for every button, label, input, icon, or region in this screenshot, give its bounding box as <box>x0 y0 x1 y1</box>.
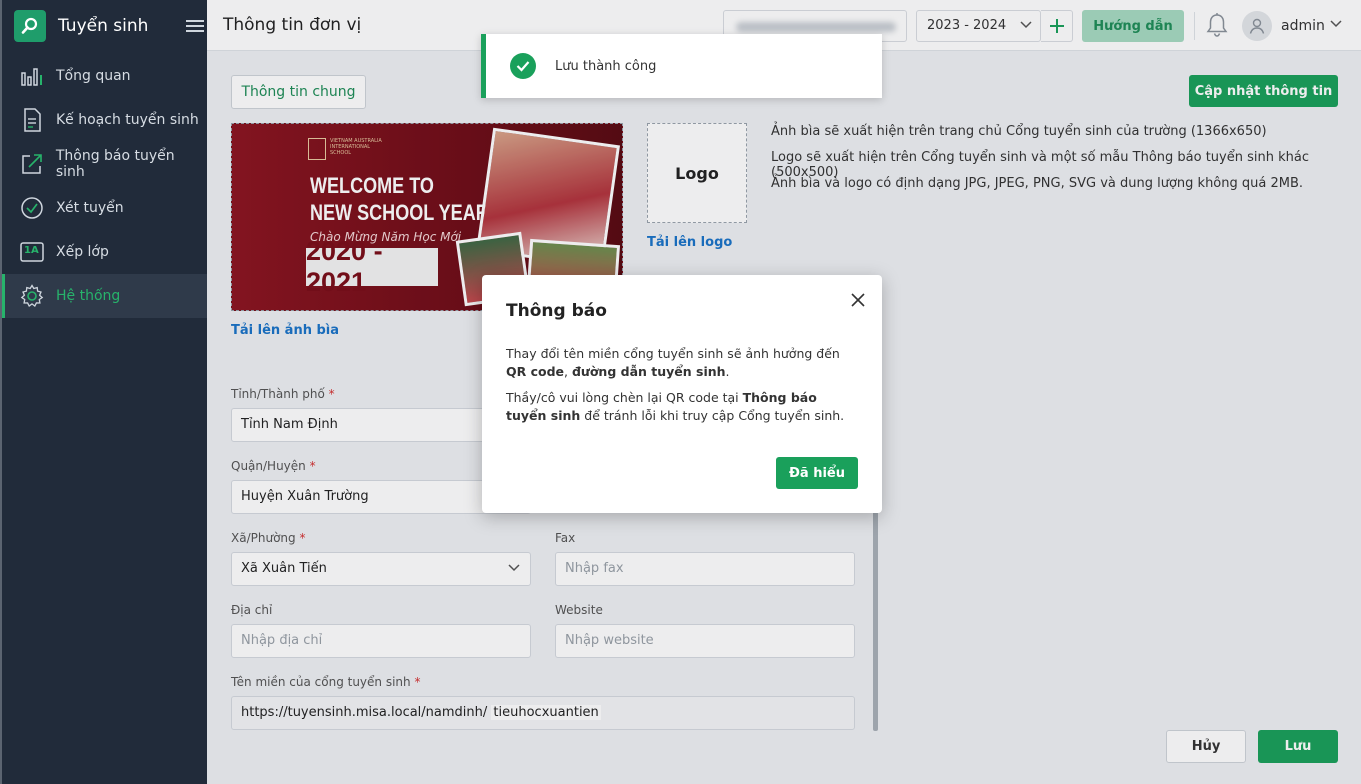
dialog-paragraph-2: Thầy/cô vui lòng chèn lại QR code tại Th… <box>506 390 845 423</box>
bar-chart-icon <box>19 63 45 89</box>
sidebar-item-admission-notice[interactable]: Thông báo tuyển sinh <box>2 142 207 186</box>
sidebar-item-label: Tổng quan <box>56 68 131 84</box>
share-icon <box>19 151 45 177</box>
dialog-title: Thông báo <box>506 301 607 321</box>
sidebar-item-label: Thông báo tuyển sinh <box>55 148 175 180</box>
sidebar-item-label: Kế hoạch tuyển sinh <box>56 112 199 128</box>
gear-icon <box>19 283 45 309</box>
check-circle-icon <box>19 195 45 221</box>
hamburger-menu-icon[interactable] <box>186 17 204 35</box>
sidebar-item-system[interactable]: Hệ thống <box>2 274 207 318</box>
sidebar-item-admission-plan[interactable]: Kế hoạch tuyển sinh <box>2 98 207 142</box>
sidebar-item-review[interactable]: Xét tuyển <box>2 186 207 230</box>
toast-message: Lưu thành công <box>555 59 657 74</box>
sidebar-item-overview[interactable]: Tổng quan <box>2 54 207 98</box>
app-title: Tuyển sinh <box>58 16 149 36</box>
document-icon <box>19 107 45 133</box>
check-icon <box>510 53 536 79</box>
sidebar-item-label: Hệ thống <box>56 288 121 304</box>
dialog-body: Thay đổi tên miền cổng tuyển sinh sẽ ảnh… <box>506 345 858 433</box>
class-1a-badge: 1A <box>24 245 39 256</box>
sidebar-nav: Tổng quan Kế hoạch tuyển sinh Thông báo … <box>2 54 207 318</box>
dialog-paragraph-1: Thay đổi tên miền cổng tuyển sinh sẽ ảnh… <box>506 346 840 379</box>
close-icon[interactable] <box>848 290 868 310</box>
sidebar: Tuyển sinh Tổng quan Kế hoạch tuyển sinh… <box>0 0 207 784</box>
sidebar-item-label: Xếp lớp <box>56 244 109 260</box>
understood-button[interactable]: Đã hiểu <box>776 457 858 489</box>
brand[interactable]: Tuyển sinh <box>14 9 204 43</box>
notification-dialog: Thông báo Thay đổi tên miền cổng tuyển s… <box>482 275 882 513</box>
search-logo-icon <box>14 10 46 42</box>
success-toast: Lưu thành công <box>481 34 882 98</box>
sidebar-item-label: Xét tuyển <box>56 200 124 216</box>
